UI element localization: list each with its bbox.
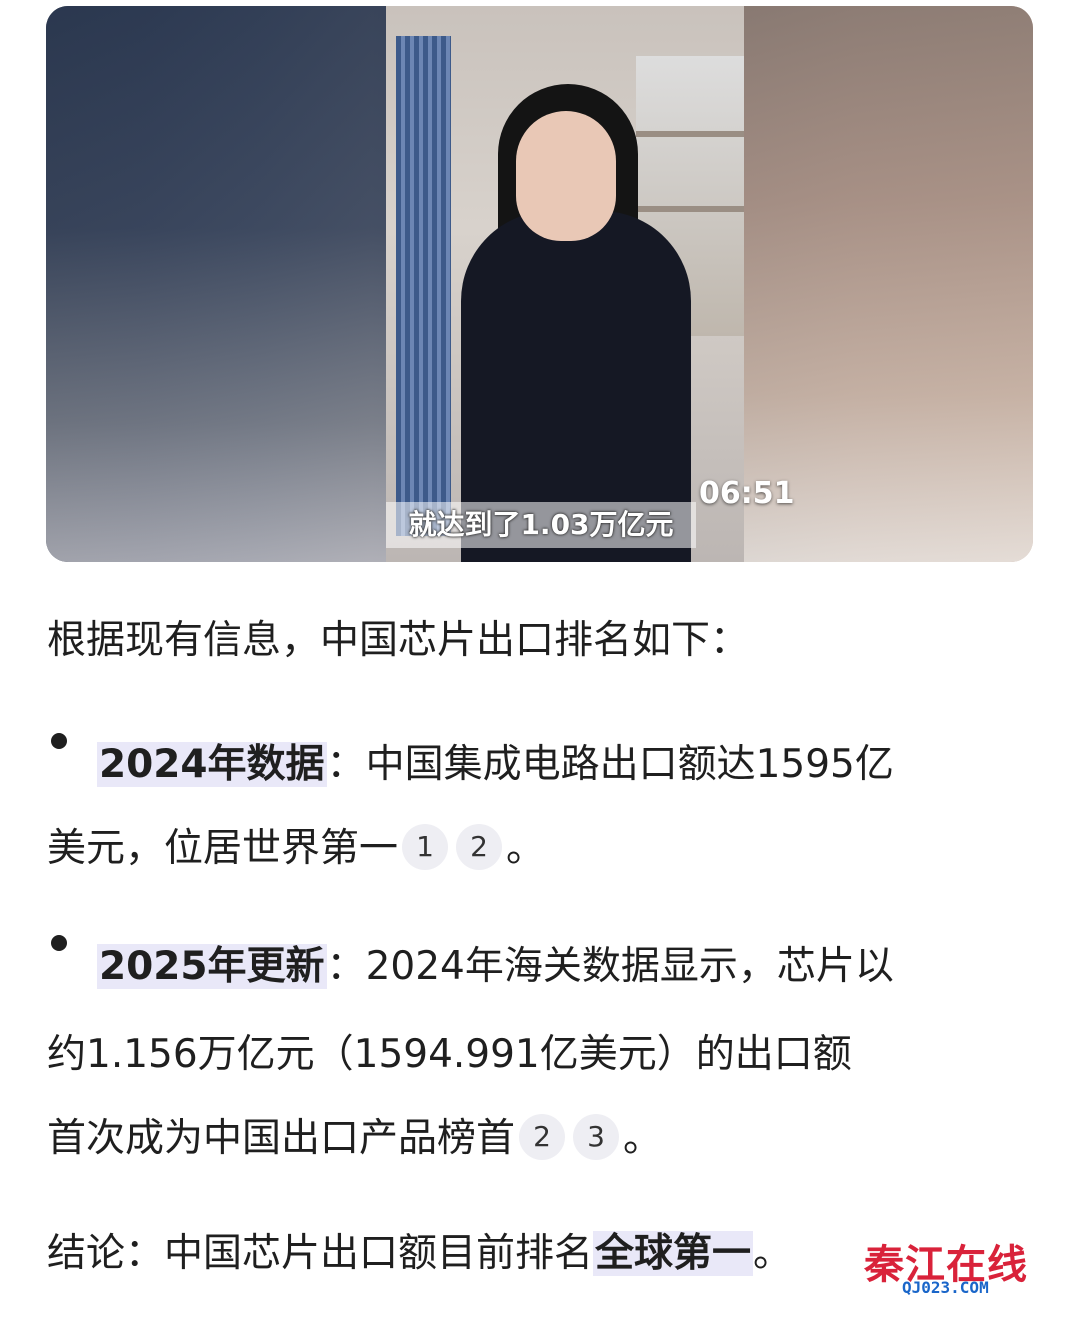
bullet-2-text-3: 首次成为中国出口产品榜首 [47,1116,516,1161]
answer-conclusion: 结论：中国芯片出口额目前排名全球第一。 [47,1222,792,1278]
video-blur-left [46,6,386,562]
conclusion-highlight: 全球第一 [593,1231,754,1276]
bullet-1-line-1: 2024年数据：中国集成电路出口额达1595亿 [97,733,894,789]
conclusion-text: 结论：中国芯片出口额目前排名 [47,1231,594,1276]
bullet-1-end: 。 [506,826,546,871]
video-card[interactable]: 就达到了1.03万亿元 06:51 [46,6,1033,562]
answer-intro: 根据现有信息，中国芯片出口排名如下： [47,618,750,663]
citation-badge[interactable]: 2 [456,823,503,870]
video-subtitle: 就达到了1.03万亿元 [386,502,696,548]
bullet-2-line-3: 首次成为中国出口产品榜首 2 3。 [47,1107,662,1164]
background-slats [396,36,451,536]
bullet-dot [51,733,67,749]
citation-badge[interactable]: 3 [573,1113,620,1160]
bullet-2-label: 2025年更新 [97,944,327,989]
presenter-face [516,111,616,241]
bullet-1-line-2: 美元，位居世界第一 1 2。 [47,817,545,874]
bullet-1-text-1: 中国集成电路出口额达1595亿 [365,742,894,787]
site-watermark: 秦江在线 QJ023.COM [850,1232,1060,1298]
bullet-2-line-2: 约1.156万亿元（1594.991亿美元）的出口额 [47,1023,852,1079]
bullet-2-line-1: 2025年更新：2024年海关数据显示，芯片以 [97,935,894,991]
bullet-1-sep: ： [326,742,366,787]
conclusion-end: 。 [753,1231,793,1276]
bullet-1-text-2: 美元，位居世界第一 [47,826,399,871]
bullet-2-end: 。 [623,1116,663,1161]
video-duration: 06:51 [699,476,795,511]
watermark-url: QJ023.COM [902,1278,989,1297]
bullet-dot [51,935,67,951]
bullet-2-sep: ： [326,944,366,989]
bullet-2-text-2: 约1.156万亿元（1594.991亿美元）的出口额 [47,1032,852,1077]
bullet-1-label: 2024年数据 [97,742,327,787]
citation-badge[interactable]: 1 [402,823,449,870]
citation-badge[interactable]: 2 [519,1113,566,1160]
bullet-2-text-1: 2024年海关数据显示，芯片以 [365,944,894,989]
video-thumbnail [386,6,744,562]
